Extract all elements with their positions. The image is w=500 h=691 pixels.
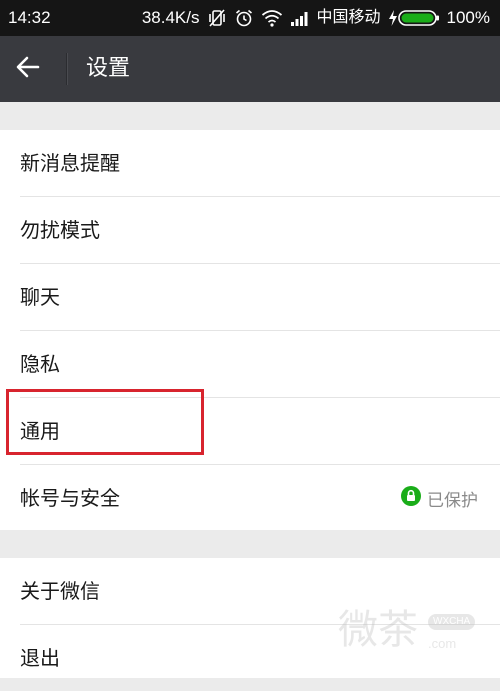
settings-item-label: 新消息提醒 bbox=[20, 151, 120, 175]
settings-item-account-security[interactable]: 帐号与安全 已保护 bbox=[20, 465, 500, 531]
settings-item-new-message-alerts[interactable]: 新消息提醒 bbox=[20, 130, 500, 197]
settings-item-label: 通用 bbox=[20, 419, 60, 443]
battery-icon bbox=[397, 9, 440, 27]
status-bar: 14:32 38.4K/s 中国移动 100% bbox=[0, 0, 500, 36]
battery-indicator bbox=[388, 9, 440, 27]
settings-item-label: 勿扰模式 bbox=[20, 218, 100, 242]
settings-group-secondary: 关于微信 退出 bbox=[0, 558, 500, 678]
charging-icon bbox=[388, 9, 398, 27]
back-button[interactable] bbox=[8, 49, 48, 89]
page-title: 设置 bbox=[86, 56, 131, 81]
settings-item-privacy[interactable]: 隐私 bbox=[20, 331, 500, 398]
settings-item-general[interactable]: 通用 bbox=[20, 398, 500, 465]
action-bar-divider bbox=[66, 53, 68, 85]
settings-item-label: 聊天 bbox=[20, 285, 60, 309]
signal-icon bbox=[290, 10, 310, 26]
alarm-icon bbox=[234, 8, 254, 28]
wifi-icon bbox=[261, 9, 283, 27]
settings-item-logout[interactable]: 退出 bbox=[20, 625, 500, 691]
settings-item-label: 帐号与安全 bbox=[20, 486, 120, 510]
action-bar: 设置 bbox=[0, 36, 500, 102]
settings-item-label: 隐私 bbox=[20, 352, 60, 376]
settings-group-main: 新消息提醒 勿扰模式 聊天 隐私 通用 帐号与安全 已保护 bbox=[0, 130, 500, 530]
vibrate-off-icon bbox=[207, 8, 227, 28]
settings-item-do-not-disturb[interactable]: 勿扰模式 bbox=[20, 197, 500, 264]
carrier-name: 中国移动 bbox=[316, 9, 381, 26]
account-protection-status: 已保护 bbox=[401, 465, 478, 531]
arrow-left-icon bbox=[15, 54, 41, 84]
settings-item-chat[interactable]: 聊天 bbox=[20, 264, 500, 331]
settings-item-about-wechat[interactable]: 关于微信 bbox=[20, 558, 500, 625]
settings-item-label: 关于微信 bbox=[20, 579, 100, 603]
status-text: 已保护 bbox=[427, 490, 478, 511]
lock-shield-icon bbox=[401, 485, 421, 511]
battery-percent: 100% bbox=[446, 8, 490, 27]
status-icons: 38.4K/s 中国移动 100% bbox=[142, 0, 490, 36]
settings-item-label: 退出 bbox=[20, 646, 60, 670]
net-speed: 38.4K/s bbox=[141, 8, 200, 27]
status-time: 14:32 bbox=[8, 8, 51, 27]
